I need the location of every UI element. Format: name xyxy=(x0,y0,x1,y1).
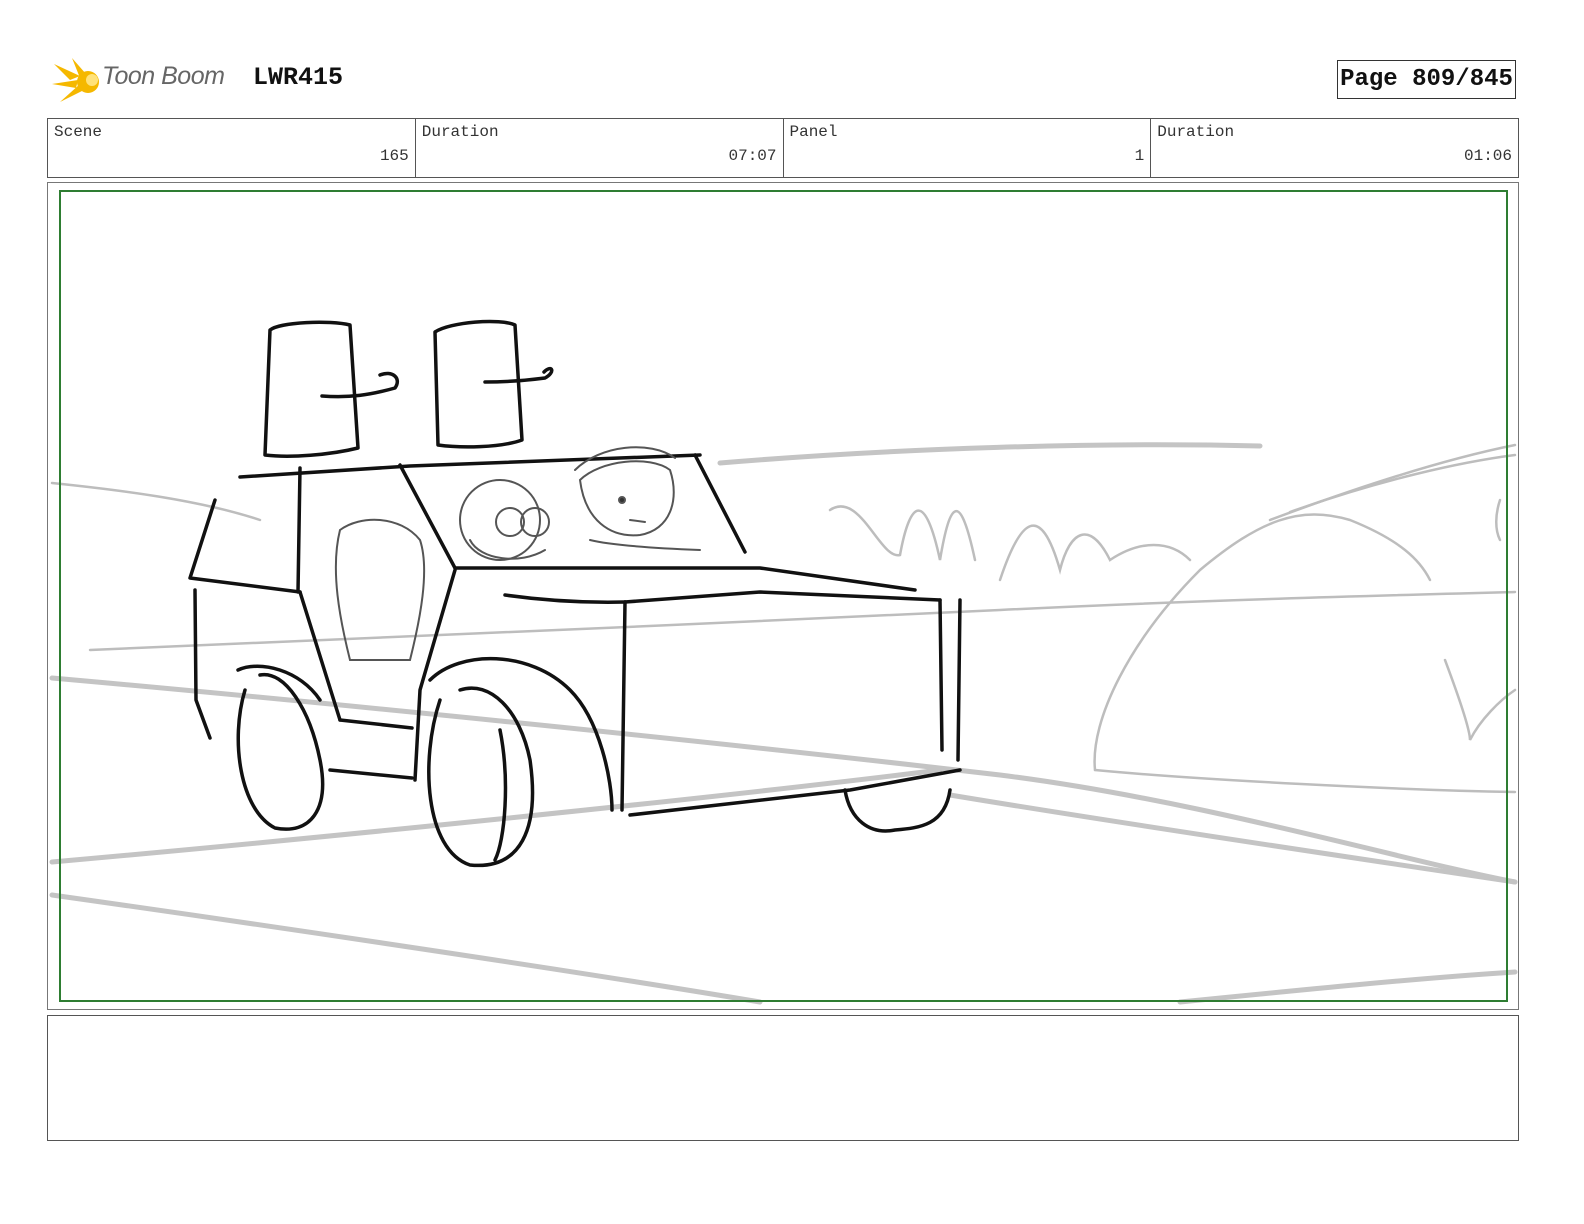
safe-area-frame xyxy=(59,190,1508,1002)
notes-box[interactable] xyxy=(47,1015,1519,1141)
notes-text xyxy=(48,1016,1518,1032)
